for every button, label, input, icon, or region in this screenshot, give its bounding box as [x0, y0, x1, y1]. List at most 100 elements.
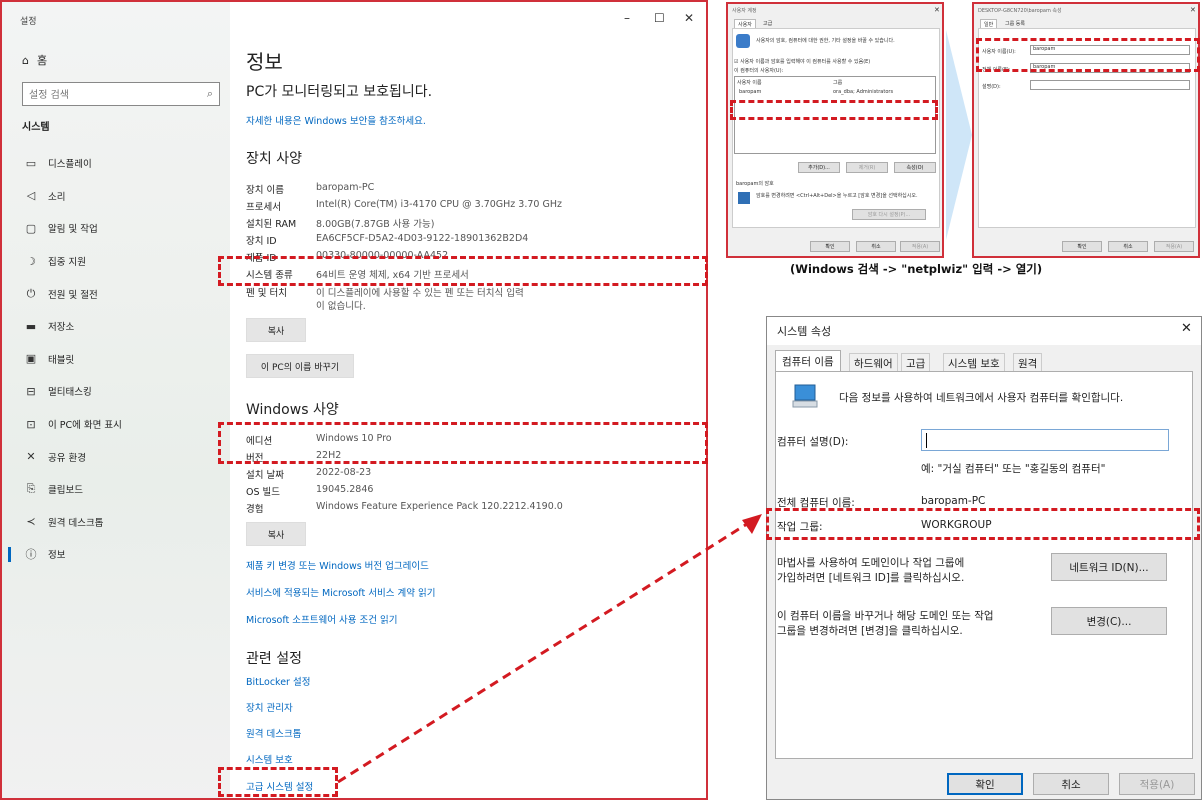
add-user-button[interactable]: 추가(D)... — [798, 162, 840, 173]
page-title: 정보 — [246, 50, 283, 74]
storage-icon: ▬ — [25, 319, 37, 333]
ok-button[interactable]: 확인 — [1062, 241, 1102, 252]
close-button[interactable]: ✕ — [684, 11, 694, 25]
computer-description-input[interactable] — [921, 429, 1169, 451]
security-link[interactable]: 자세한 내용은 Windows 보안을 참조하세요. — [246, 113, 426, 127]
connector-arrow — [337, 514, 762, 784]
system-properties-title: 시스템 속성 — [777, 325, 832, 338]
cancel-button[interactable]: 취소 — [1033, 773, 1109, 795]
user-group-cell[interactable]: ora_dba; Administrators — [833, 89, 893, 95]
remote-icon: ≺ — [26, 515, 36, 529]
tab-membership[interactable]: 그룹 등록 — [1002, 19, 1028, 28]
cancel-button[interactable]: 취소 — [1108, 241, 1148, 252]
maximize-button[interactable]: ☐ — [654, 11, 665, 25]
ok-button[interactable]: 확인 — [947, 773, 1023, 795]
tab-advanced[interactable]: 고급 — [760, 19, 775, 28]
search-input[interactable] — [23, 84, 193, 107]
nav-item-display[interactable]: ▭ 디스플레이 — [2, 147, 230, 180]
highlight-system-type — [218, 256, 708, 286]
multitask-icon: ⊟ — [26, 384, 36, 398]
description-field[interactable] — [1030, 80, 1190, 90]
nav-item-shared[interactable]: ✕ 공유 환경 — [2, 440, 230, 473]
instruction-caption: (Windows 검색 -> "netplwiz" 입력 -> 열기) — [790, 262, 1043, 276]
nav-item-label: 소리 — [48, 191, 66, 203]
nav-item-label: 태블릿 — [48, 354, 75, 366]
system-protection-link[interactable]: 시스템 보호 — [246, 752, 293, 766]
computer-icon — [792, 384, 818, 408]
nav-item-label: 원격 데스크톱 — [48, 517, 104, 529]
user-accounts-title: 사용자 계정 — [732, 8, 757, 14]
windows-specs-title: Windows 사양 — [246, 402, 339, 418]
tablet-icon: ▣ — [25, 352, 37, 366]
nav-item-label: 클립보드 — [48, 485, 83, 497]
close-icon[interactable]: ✕ — [1190, 6, 1196, 14]
spec-label: 경험 — [246, 504, 264, 515]
copy-windows-specs-button[interactable]: 복사 — [246, 522, 306, 546]
spec-value: baropam-PC — [316, 182, 375, 193]
nav-item-focus[interactable]: ☽ 집중 지원 — [2, 245, 230, 278]
nav-home[interactable]: ⌂ 홈 — [22, 52, 47, 68]
highlight-advanced-settings — [218, 767, 338, 797]
spec-value: Intel(R) Core(TM) i3-4170 CPU @ 3.70GHz … — [316, 199, 562, 210]
moon-icon: ☽ — [26, 254, 36, 268]
related-settings-title: 관련 설정 — [246, 651, 302, 667]
device-manager-link[interactable]: 장치 관리자 — [246, 700, 293, 714]
column-header: 그룹 — [833, 80, 843, 86]
close-icon[interactable]: ✕ — [1181, 321, 1192, 336]
reset-password-button[interactable]: 암호 다시 설정(P)... — [852, 209, 926, 220]
highlight-user-row — [730, 100, 938, 120]
minimize-button[interactable]: – — [624, 11, 630, 25]
nav-item-label: 공유 환경 — [48, 452, 86, 464]
home-icon: ⌂ — [22, 53, 29, 67]
search-icon[interactable]: ⌕ — [207, 87, 213, 101]
ok-button[interactable]: 확인 — [810, 241, 850, 252]
close-icon[interactable]: ✕ — [934, 6, 940, 14]
nav-item-label: 저장소 — [48, 322, 75, 334]
checkbox-label: 사용자 이름과 암호를 입력해야 이 컴퓨터를 사용할 수 있음(E) — [740, 59, 871, 65]
spec-value: 이 없습니다. — [316, 301, 366, 312]
description-label: 설명(D): — [982, 84, 1001, 90]
settings-search[interactable]: ⌕ — [22, 82, 220, 107]
nav-item-remote[interactable]: ≺ 원격 데스크톱 — [2, 506, 230, 539]
password-hint: 암호를 변경하려면 <Ctrl+Alt+Del>을 누르고 [암호 변경]을 선… — [756, 193, 918, 199]
password-group-label: baropam의 암호 — [736, 181, 774, 187]
nav-item-label: 이 PC에 화면 표시 — [48, 420, 122, 432]
remove-user-button[interactable]: 제거(R) — [846, 162, 888, 173]
computer-description-label: 컴퓨터 설명(D): — [777, 436, 849, 448]
bitlocker-link[interactable]: BitLocker 설정 — [246, 674, 310, 688]
nav-item-sound[interactable]: ◁ 소리 — [2, 180, 230, 213]
user-properties-button[interactable]: 속성(O) — [894, 162, 936, 173]
nav-item-notifications[interactable]: ▢ 알림 및 작업 — [2, 212, 230, 245]
nav-item-project[interactable]: ⊡ 이 PC에 화면 표시 — [2, 408, 230, 441]
require-login-checkbox[interactable]: ☑ 사용자 이름과 암호를 입력해야 이 컴퓨터를 사용할 수 있음(E) — [734, 58, 938, 65]
apply-button[interactable]: 적용(A) — [1154, 241, 1194, 252]
nav-item-power[interactable]: ⏻ 전원 및 절전 — [2, 277, 230, 310]
nav-item-tablet[interactable]: ▣ 태블릿 — [2, 343, 230, 376]
rename-pc-button[interactable]: 이 PC의 이름 바꾸기 — [246, 354, 354, 378]
users-list-label: 이 컴퓨터의 사용자(U): — [734, 68, 784, 74]
nav-item-about[interactable]: ⓘ 정보 — [2, 538, 230, 571]
remote-desktop-link[interactable]: 원격 데스크톱 — [246, 726, 301, 740]
wizard-text-line1: 마법사를 사용하여 도메인이나 작업 그룹에 — [777, 557, 965, 569]
tab-computer-name[interactable]: 컴퓨터 이름 — [775, 350, 841, 372]
change-button[interactable]: 변경(C)... — [1051, 607, 1167, 635]
device-specs-title: 장치 사양 — [246, 151, 302, 167]
spec-label: 장치 ID — [246, 236, 277, 247]
nav-section-title: 시스템 — [22, 122, 50, 133]
nav-item-multitasking[interactable]: ⊟ 멀티태스킹 — [2, 375, 230, 408]
spec-label: OS 빌드 — [246, 487, 281, 498]
nav-item-clipboard[interactable]: ⎘ 클립보드 — [2, 473, 230, 506]
nav-item-label: 정보 — [48, 550, 66, 562]
arrow-shape — [946, 30, 972, 240]
cancel-button[interactable]: 취소 — [856, 241, 896, 252]
network-id-button[interactable]: 네트워크 ID(N)... — [1051, 553, 1167, 581]
user-name-cell[interactable]: baropam — [739, 89, 761, 95]
apply-button[interactable]: 적용(A) — [900, 241, 940, 252]
nav-list: ▭ 디스플레이 ◁ 소리 ▢ 알림 및 작업 ☽ 집중 지원 ⏻ 전원 및 절전 ▬ 저장소… — [2, 147, 230, 571]
copy-device-specs-button[interactable]: 복사 — [246, 318, 306, 342]
rename-text-line2: 그룹을 변경하려면 [변경]을 클릭하십시오. — [777, 625, 963, 637]
nav-item-label: 디스플레이 — [48, 159, 92, 171]
nav-item-storage[interactable]: ▬ 저장소 — [2, 310, 230, 343]
wizard-text-line2: 가입하려면 [네트워크 ID]를 클릭하십시오. — [777, 572, 965, 584]
apply-button[interactable]: 적용(A) — [1119, 773, 1195, 795]
